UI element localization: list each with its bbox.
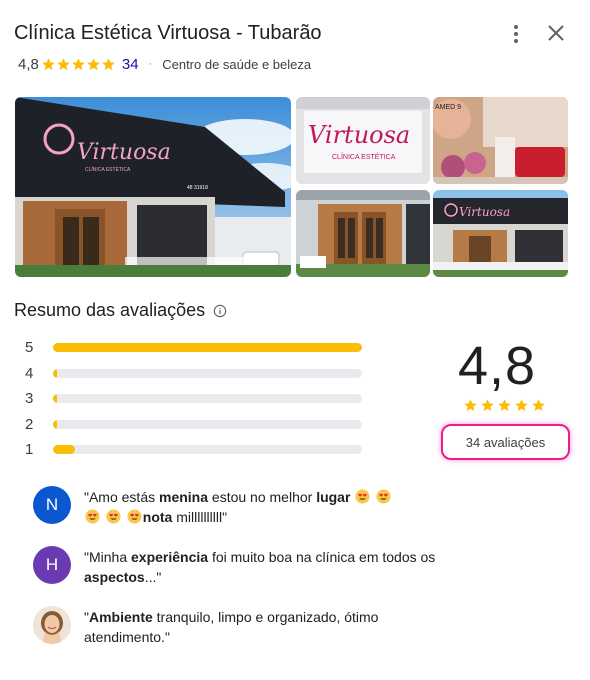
heart-eyes-emoji-icon (376, 489, 391, 504)
star-icon (87, 57, 100, 70)
star-icon (464, 399, 477, 412)
heart-eyes-emoji-icon (85, 509, 100, 524)
star-icon (102, 57, 115, 70)
rating-bar-label: 3 (25, 390, 34, 408)
review-snippet[interactable]: "Ambiente tranquilo, limpo e organizado,… (33, 606, 453, 647)
rating-bar-label: 2 (25, 415, 34, 433)
separator-dot: · (148, 58, 153, 70)
rating-bar-fill (53, 394, 57, 404)
building-sign-text: Virtuosa (459, 205, 510, 219)
star-icon (72, 57, 85, 70)
avatar: N (33, 486, 71, 524)
review-snippet[interactable]: N "Amo estás menina estou no melhor luga… (33, 486, 453, 527)
rating-bar-row[interactable]: 3 (25, 386, 365, 412)
all-reviews-button[interactable]: 34 avaliações (441, 424, 570, 460)
review-text: "Minha experiência foi muito boa na clín… (84, 549, 436, 585)
rating-bar-label: 4 (25, 364, 34, 382)
photo-building[interactable]: Virtuosa (433, 190, 568, 277)
more-vert-icon (514, 25, 518, 29)
review-snippet[interactable]: H "Minha experiência foi muito boa na cl… (33, 546, 453, 587)
rating-bar-fill (53, 343, 362, 353)
star-icon (532, 399, 545, 412)
storefront-number: 48 31918 (187, 185, 208, 191)
rating-bar-track (53, 368, 362, 378)
average-rating-stars (463, 398, 546, 413)
photo-balloons[interactable]: AMED 9 (433, 97, 568, 184)
photo-entrance[interactable] (296, 190, 430, 277)
rating-bar-track (53, 445, 362, 455)
sign-text: Virtuosa (308, 121, 410, 149)
review-count-link[interactable]: 34 (122, 56, 139, 73)
rating-bar-track (53, 419, 362, 429)
star-icon (57, 57, 70, 70)
category-label: Centro de saúde e beleza (162, 56, 312, 72)
close-icon (548, 25, 564, 41)
rating-bar-track (53, 343, 362, 353)
avatar (33, 606, 71, 644)
rating-bar-row[interactable]: 5 (25, 335, 365, 361)
heart-eyes-emoji-icon (355, 489, 370, 504)
heart-eyes-emoji-icon (106, 509, 121, 524)
rating-bar-label: 5 (25, 339, 34, 357)
rating-bar-row[interactable]: 1 (25, 437, 365, 463)
rating-summary-line: 4,8 34 · Centro de saúde e beleza (18, 54, 311, 74)
average-rating: 4,8 (458, 336, 537, 396)
close-button[interactable] (545, 22, 567, 44)
rating-bar-row[interactable]: 2 (25, 412, 365, 438)
photo-sign[interactable]: Virtuosa CLÍNICA ESTÉTICA (296, 97, 430, 184)
info-icon[interactable] (213, 304, 227, 318)
rating-distribution: 5 4 3 2 1 (25, 335, 365, 463)
storefront-sign-text: Virtuosa (77, 140, 171, 165)
sign-subtext: CLÍNICA ESTÉTICA (332, 152, 396, 161)
heart-eyes-emoji-icon (127, 509, 142, 524)
review-text: "Amo estás menina estou no melhor lugar … (84, 486, 392, 527)
review-summary-title: Resumo das avaliações (14, 300, 206, 320)
review-summary-heading: Resumo das avaliações (14, 300, 227, 321)
star-icon (481, 399, 494, 412)
rating-bar-track (53, 394, 362, 404)
more-options-button[interactable] (505, 22, 527, 46)
photo-storefront-main[interactable]: Virtuosa CLÍNICA ESTÉTICA 48 31918 (15, 97, 291, 277)
star-icon (42, 57, 55, 70)
user-photo-icon (33, 606, 71, 644)
storefront-sign-subtext: CLÍNICA ESTÉTICA (85, 166, 131, 173)
balloon-text: AMED 9 (435, 104, 461, 111)
rating-bar-fill (53, 368, 57, 378)
rating-stars (41, 57, 116, 72)
star-icon (498, 399, 511, 412)
rating-value: 4,8 (18, 55, 39, 73)
rating-bar-label: 1 (25, 441, 34, 459)
star-icon (515, 399, 528, 412)
rating-bar-row[interactable]: 4 (25, 361, 365, 387)
rating-bar-fill (53, 445, 75, 455)
place-title: Clínica Estética Virtuosa - Tubarão (14, 22, 322, 44)
rating-bar-fill (53, 419, 57, 429)
review-text: "Ambiente tranquilo, limpo e organizado,… (84, 609, 379, 645)
avatar: H (33, 546, 71, 584)
